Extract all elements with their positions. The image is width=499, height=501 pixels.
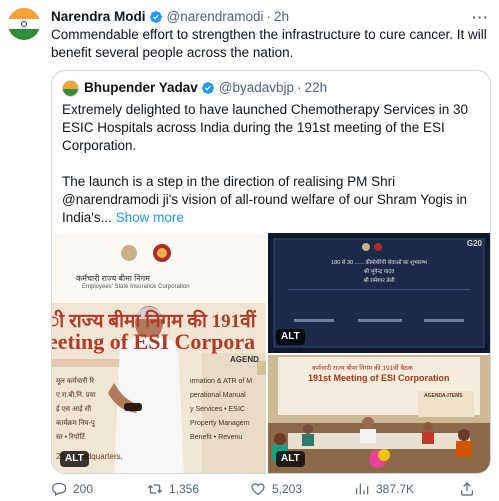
- quoted-paragraph-2: The launch is a step in the direction of…: [62, 173, 484, 227]
- quoted-paragraph-1: Extremely delighted to have launched Che…: [62, 102, 468, 153]
- tweet-timestamp[interactable]: 2h: [274, 8, 289, 26]
- banner-list-english: irmation & ATR of M perational Manual y …: [190, 378, 253, 441]
- meeting-title-hindi: कर्मचारी राज्य बीमा निगम की 191वीं बैठक: [312, 365, 413, 372]
- meeting-title-english: 191st Meeting of ESI Corporation: [308, 373, 450, 383]
- views-button[interactable]: 387.7K: [354, 480, 414, 498]
- view-count: 387.7K: [376, 482, 415, 496]
- retweet-count: 1,356: [169, 482, 200, 496]
- screen-text: 180 से 30 ...... कीमोथेरेपी सेवाओं का शु…: [331, 260, 427, 284]
- quoted-author-avatar: [62, 80, 79, 97]
- verified-badge-icon: [149, 11, 162, 23]
- tweet-header: Narendra Modi @narendramodi · 2h ···: [51, 8, 489, 26]
- verified-badge-icon: [201, 82, 214, 94]
- tweet-text: Commendable effort to strengthen the inf…: [51, 27, 487, 60]
- reply-icon: [52, 483, 67, 497]
- share-button[interactable]: [459, 480, 481, 498]
- banner-agenda: AGEND: [230, 355, 259, 364]
- separator-dot: ·: [266, 9, 272, 24]
- alt-badge[interactable]: ALT: [60, 451, 89, 467]
- alt-badge[interactable]: ALT: [276, 329, 305, 345]
- views-chart-icon: [356, 483, 369, 495]
- reply-count: 200: [73, 482, 94, 496]
- share-icon: [461, 482, 473, 496]
- banner-org-english: Employees' State Insurance Corporation: [82, 284, 190, 290]
- quoted-tweet-header: Bhupender Yadav @byadavbjp · 22h: [84, 79, 327, 97]
- banner-org-hindi: कर्मचारी राज्य बीमा निगम: [76, 274, 150, 283]
- retweet-icon: [147, 484, 163, 494]
- author-avatar[interactable]: [8, 8, 40, 40]
- like-button[interactable]: 5,203: [250, 480, 302, 498]
- retweet-button[interactable]: 1,356: [147, 480, 199, 498]
- quoted-author-name: Bhupender Yadav: [84, 80, 198, 95]
- author-handle[interactable]: @narendramodi: [167, 8, 264, 26]
- show-more-link[interactable]: Show more: [116, 210, 184, 225]
- quoted-author-handle: @byadavbjp: [218, 80, 295, 95]
- photo-meeting-table[interactable]: कर्मचारी राज्य बीमा निगम की 191वीं बैठक …: [268, 355, 490, 473]
- media-grid: 23 • Headquarters, कर्मचारी राज्य बीमा न…: [52, 233, 490, 473]
- quoted-tweet-text: Extremely delighted to have launched Che…: [62, 101, 484, 227]
- photo-projection-screen[interactable]: G20 180 से 30 ...... कीमोथेरेपी सेवाओं क…: [268, 233, 490, 353]
- tweet[interactable]: Narendra Modi @narendramodi · 2h ··· Com…: [0, 0, 499, 501]
- heart-icon: [251, 483, 265, 496]
- tweet-actions: 200 1,356 5,203 387.7K: [51, 480, 491, 498]
- g20-label: G20: [466, 239, 482, 248]
- more-options-icon[interactable]: ···: [472, 8, 489, 26]
- quoted-tweet-timestamp: 22h: [304, 80, 328, 95]
- like-count: 5,203: [272, 482, 303, 496]
- reply-button[interactable]: 200: [51, 480, 93, 498]
- author-name[interactable]: Narendra Modi: [51, 8, 146, 26]
- banner-title-english: eeting of ESI Corpora: [52, 329, 256, 354]
- banner-list-hindi: मूल कर्मचारी रि ए.रा.बी.नि. प्रया ई एस आ…: [56, 378, 96, 441]
- alt-badge[interactable]: ALT: [276, 451, 305, 467]
- meeting-agenda: AGENDA-ITEMS: [424, 393, 463, 399]
- separator-dot: ·: [297, 80, 302, 95]
- photo-speaker-at-banner[interactable]: 23 • Headquarters, कर्मचारी राज्य बीमा न…: [52, 233, 266, 473]
- quoted-tweet[interactable]: Bhupender Yadav @byadavbjp · 22h Extreme…: [51, 70, 491, 474]
